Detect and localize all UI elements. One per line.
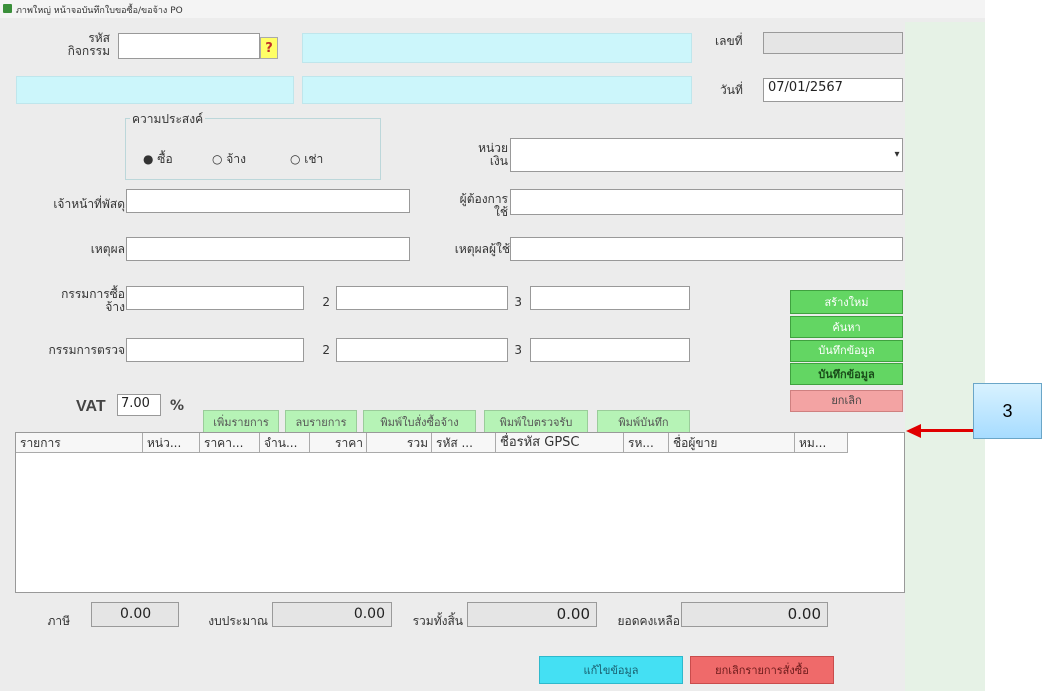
radio-purchase-label: ซื้อ — [157, 152, 173, 166]
committee-buy-1-input[interactable] — [126, 286, 304, 310]
new-button[interactable]: สร้างใหม่ — [790, 290, 903, 314]
committee-buy-label: กรรมการซื้อ จ้าง — [61, 287, 125, 314]
usage-reason-label: เหตุผลผู้ใช้ — [454, 242, 510, 256]
remaining-label: ยอดคงเหลือ — [617, 614, 681, 628]
cancel-order-button[interactable]: ยกเลิกรายการสั่งซื้อ — [690, 656, 834, 684]
items-grid[interactable]: รายการ หน่ว... ราคา... จำน... ราคา รวม ร… — [15, 432, 905, 593]
committee-inspect-1-input[interactable] — [126, 338, 304, 362]
total-label: รวมทั้งสิ้น — [412, 614, 463, 628]
activity-desc-field — [302, 76, 692, 104]
date-label: วันที่ — [720, 83, 743, 97]
committee-buy-2-label: 2 — [322, 295, 330, 309]
officer-input[interactable] — [126, 189, 410, 213]
purpose-group-title: ความประสงค์ — [130, 110, 206, 129]
grid-header-vendor-name[interactable]: ชื่อผู้ขาย — [669, 433, 795, 453]
user-input[interactable] — [510, 189, 903, 215]
save-button[interactable]: บันทึกข้อมูล — [790, 340, 903, 362]
window-title: ภาพใหญ่ หน้าจอบันทึกใบขอซื้อ/ขอจ้าง PO — [16, 6, 183, 16]
grid-header-gpsc-name[interactable]: ชื่อรหัส GPSC — [496, 433, 624, 453]
window-side-panel — [905, 22, 985, 691]
save-data-label: บันทึกข้อมูล — [818, 368, 875, 381]
grid-header-qty[interactable]: จำน... — [260, 433, 310, 453]
currency-select[interactable] — [510, 138, 903, 172]
grid-header-item[interactable]: รายการ — [16, 433, 143, 453]
usage-reason-input[interactable] — [510, 237, 903, 261]
title-bar: ภาพใหญ่ หน้าจอบันทึกใบขอซื้อ/ขอจ้าง PO — [0, 0, 985, 18]
vat-label: VAT — [76, 398, 106, 415]
activity-code-input[interactable] — [118, 33, 260, 59]
vat-unit: % — [170, 398, 185, 414]
radio-hire-label: จ้าง — [226, 152, 246, 166]
committee-inspect-3-input[interactable] — [530, 338, 690, 362]
activity-name-field — [302, 33, 692, 63]
print-po-button[interactable]: พิมพ์ใบสั่งซื้อจ้าง — [363, 410, 476, 434]
reason-label: เหตุผล — [90, 242, 125, 256]
number-label: เลขที่ — [715, 34, 743, 48]
tax-value: 0.00 — [91, 602, 179, 627]
print-receipt-button[interactable]: พิมพ์ใบตรวจรับ — [484, 410, 588, 434]
chevron-down-icon[interactable]: ▾ — [892, 147, 902, 163]
grid-header-price[interactable]: ราคา... — [200, 433, 260, 453]
activity-code-label: รหัส กิจกรรม — [67, 31, 110, 58]
radio-rent-label: เช่า — [304, 152, 324, 166]
committee-buy-3-label: 3 — [514, 295, 522, 309]
total-value: 0.00 — [467, 602, 597, 627]
print-memo-button[interactable]: พิมพ์บันทึก — [597, 410, 690, 434]
grid-header-amount[interactable]: ราคา — [310, 433, 367, 453]
delete-item-button[interactable]: ลบรายการ — [285, 410, 357, 434]
annotation-arrowhead — [906, 424, 921, 438]
activity-info-field — [16, 76, 294, 104]
vat-input[interactable]: 7.00 — [117, 394, 161, 416]
annotation-callout: 3 — [973, 383, 1042, 439]
committee-inspect-3-label: 3 — [514, 343, 522, 357]
tax-label: ภาษี — [47, 614, 70, 628]
radio-purchase[interactable]: ● ซื้อ — [143, 150, 173, 169]
reason-input[interactable] — [126, 237, 410, 261]
grid-header-category[interactable]: หม... — [795, 433, 848, 453]
radio-hire[interactable]: ○ จ้าง — [212, 150, 246, 169]
grid-header-unit[interactable]: หน่ว... — [143, 433, 200, 453]
remaining-value: 0.00 — [681, 602, 828, 627]
grid-header-code[interactable]: รหัส ... — [432, 433, 496, 453]
committee-inspect-label: กรรมการตรวจ — [48, 343, 125, 357]
officer-label: เจ้าหน้าที่พัสดุ — [53, 197, 125, 211]
add-item-button[interactable]: เพิ่มรายการ — [203, 410, 279, 434]
grid-header-vendor-code[interactable]: รห... — [624, 433, 669, 453]
cancel-button[interactable]: ยกเลิก — [790, 390, 903, 412]
date-input[interactable]: 07/01/2567 — [763, 78, 903, 102]
search-button[interactable]: ค้นหา — [790, 316, 903, 338]
budget-label: งบประมาณ — [208, 614, 268, 628]
committee-buy-2-input[interactable] — [336, 286, 508, 310]
committee-buy-3-input[interactable] — [530, 286, 690, 310]
edit-button[interactable]: แก้ไขข้อมูล — [539, 656, 683, 684]
grid-header-total[interactable]: รวม — [367, 433, 432, 453]
save-data-button[interactable]: บันทึกข้อมูล — [790, 363, 903, 385]
committee-inspect-2-label: 2 — [322, 343, 330, 357]
number-field — [763, 32, 903, 54]
budget-value: 0.00 — [272, 602, 392, 627]
currency-label: หน่วย เงิน — [478, 141, 508, 168]
radio-rent[interactable]: ○ เช่า — [290, 150, 323, 169]
annotation-arrow-line — [920, 429, 973, 432]
committee-inspect-2-input[interactable] — [336, 338, 508, 362]
user-label: ผู้ต้องการ ใช้ — [459, 192, 508, 219]
app-icon — [3, 4, 12, 13]
lookup-button[interactable]: ? — [260, 37, 278, 59]
